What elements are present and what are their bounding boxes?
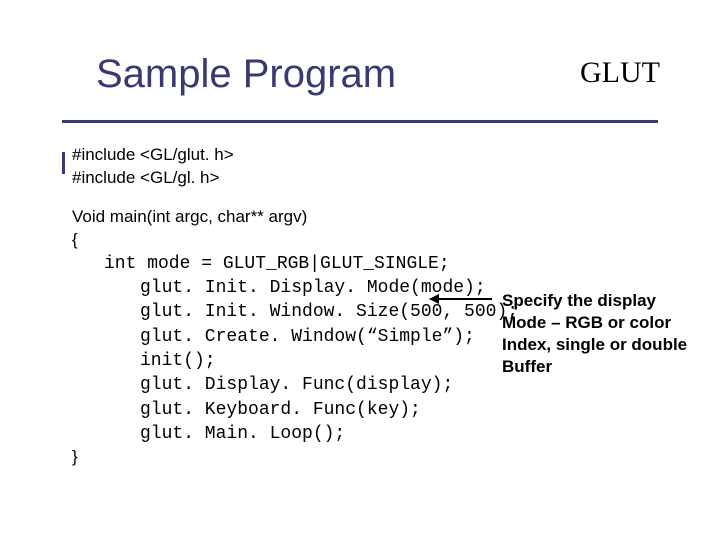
include-line: #include <GL/gl. h>	[72, 167, 712, 190]
annotation-text: Specify the display Mode – RGB or color …	[502, 290, 720, 378]
corner-label: GLUT	[580, 56, 660, 90]
include-line: #include <GL/glut. h>	[72, 144, 712, 167]
brace-close: }	[72, 446, 712, 469]
func-signature: Void main(int argc, char** argv)	[72, 206, 712, 229]
code-line: glut. Main. Loop();	[140, 422, 712, 446]
brace-open: {	[72, 229, 712, 252]
code-line: int mode = GLUT_RGB|GLUT_SINGLE;	[104, 252, 712, 276]
annotation-line: Specify the display	[502, 290, 720, 312]
annotation-arrow-icon	[430, 298, 492, 300]
slide-title: Sample Program	[96, 52, 396, 97]
spacer	[72, 190, 712, 206]
annotation-line: Index, single or double	[502, 334, 720, 356]
annotation-line: Mode – RGB or color	[502, 312, 720, 334]
title-tick	[62, 152, 65, 174]
annotation-line: Buffer	[502, 356, 720, 378]
slide: Sample Program GLUT #include <GL/glut. h…	[0, 0, 720, 540]
code-line: glut. Keyboard. Func(key);	[140, 398, 712, 422]
title-underline	[62, 120, 658, 123]
